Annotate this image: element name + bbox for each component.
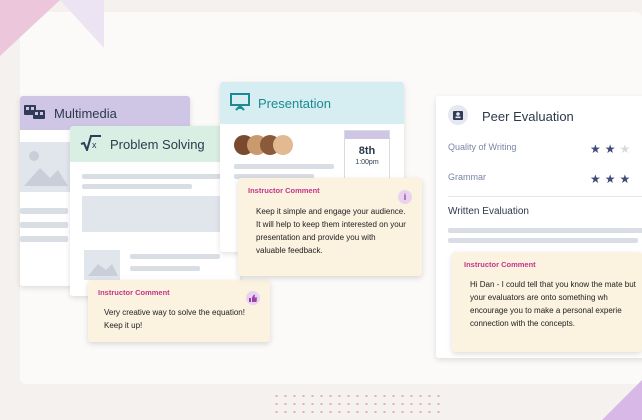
image-placeholder [20, 142, 70, 192]
problem-solving-title: Problem Solving [110, 136, 205, 152]
text-line [130, 254, 220, 259]
peer-evaluation-comment: Instructor Comment Hi Dan - I could tell… [452, 252, 642, 352]
criteria-row: Quality of Writing ★★★ [448, 140, 642, 156]
date-time: 1:00pm [355, 159, 379, 166]
problem-solving-card[interactable]: x Problem Solving [70, 126, 240, 296]
text-line [448, 238, 638, 243]
text-line [20, 222, 68, 228]
criteria-label: Quality of Writing [448, 142, 517, 152]
thumbs-up-icon [246, 291, 260, 305]
projector-icon [230, 92, 250, 114]
presentation-comment: Instructor Comment i Keep it simple and … [238, 178, 422, 276]
decorative-dots [272, 392, 442, 414]
star-rating: ★★★ [590, 170, 634, 188]
peer-evaluation-title: Peer Evaluation [482, 108, 574, 124]
written-evaluation-label: Written Evaluation [448, 206, 529, 217]
star-icon: ★ [590, 142, 605, 156]
text-line [130, 266, 200, 271]
person-badge-icon [448, 104, 468, 128]
date-box-top [345, 131, 389, 139]
film-icon [24, 104, 46, 123]
multimedia-header: Multimedia [20, 96, 190, 130]
multimedia-title: Multimedia [54, 105, 117, 121]
image-placeholder [84, 250, 120, 280]
presentation-header: Presentation [220, 82, 404, 124]
stage: Multimedia x Problem Solving Instructor … [0, 0, 642, 420]
star-icon: ★ [590, 172, 605, 186]
date-box: 8th 1:00pm [344, 130, 390, 180]
criteria-label: Grammar [448, 172, 486, 182]
star-rating: ★★★ [590, 140, 634, 158]
comment-text: Keep it simple and engage your audience.… [256, 207, 406, 255]
text-line [448, 228, 642, 233]
problem-solving-header: x Problem Solving [70, 126, 240, 162]
text-line [234, 164, 334, 169]
problem-solving-comment: Instructor Comment Very creative way to … [88, 280, 270, 342]
presentation-title: Presentation [258, 95, 331, 111]
date-day: 8th [358, 145, 376, 157]
star-icon: ★ [619, 142, 635, 156]
text-line [82, 184, 192, 189]
decorative-triangle [60, 0, 104, 48]
comment-text: Hi Dan - I could tell that you know the … [470, 280, 636, 328]
divider [448, 196, 642, 197]
square-root-icon: x [80, 134, 102, 154]
decorative-triangle [0, 0, 60, 56]
comment-title: Instructor Comment [248, 186, 320, 195]
star-icon: ★ [604, 172, 620, 186]
star-icon: ★ [619, 172, 635, 186]
text-line [20, 236, 68, 242]
info-icon: i [398, 190, 412, 204]
decorative-corner [602, 380, 642, 420]
star-icon: ★ [604, 142, 620, 156]
comment-title: Instructor Comment [98, 288, 170, 297]
audience-avatars [234, 132, 294, 163]
comment-title: Instructor Comment [464, 260, 536, 269]
text-line [82, 174, 222, 179]
content-block [82, 196, 228, 232]
criteria-row: Grammar ★★★ [448, 170, 642, 186]
text-line [20, 208, 68, 214]
peer-evaluation-header: Peer Evaluation [436, 96, 642, 136]
svg-text:x: x [92, 140, 97, 150]
comment-text: Very creative way to solve the equation!… [104, 308, 245, 330]
